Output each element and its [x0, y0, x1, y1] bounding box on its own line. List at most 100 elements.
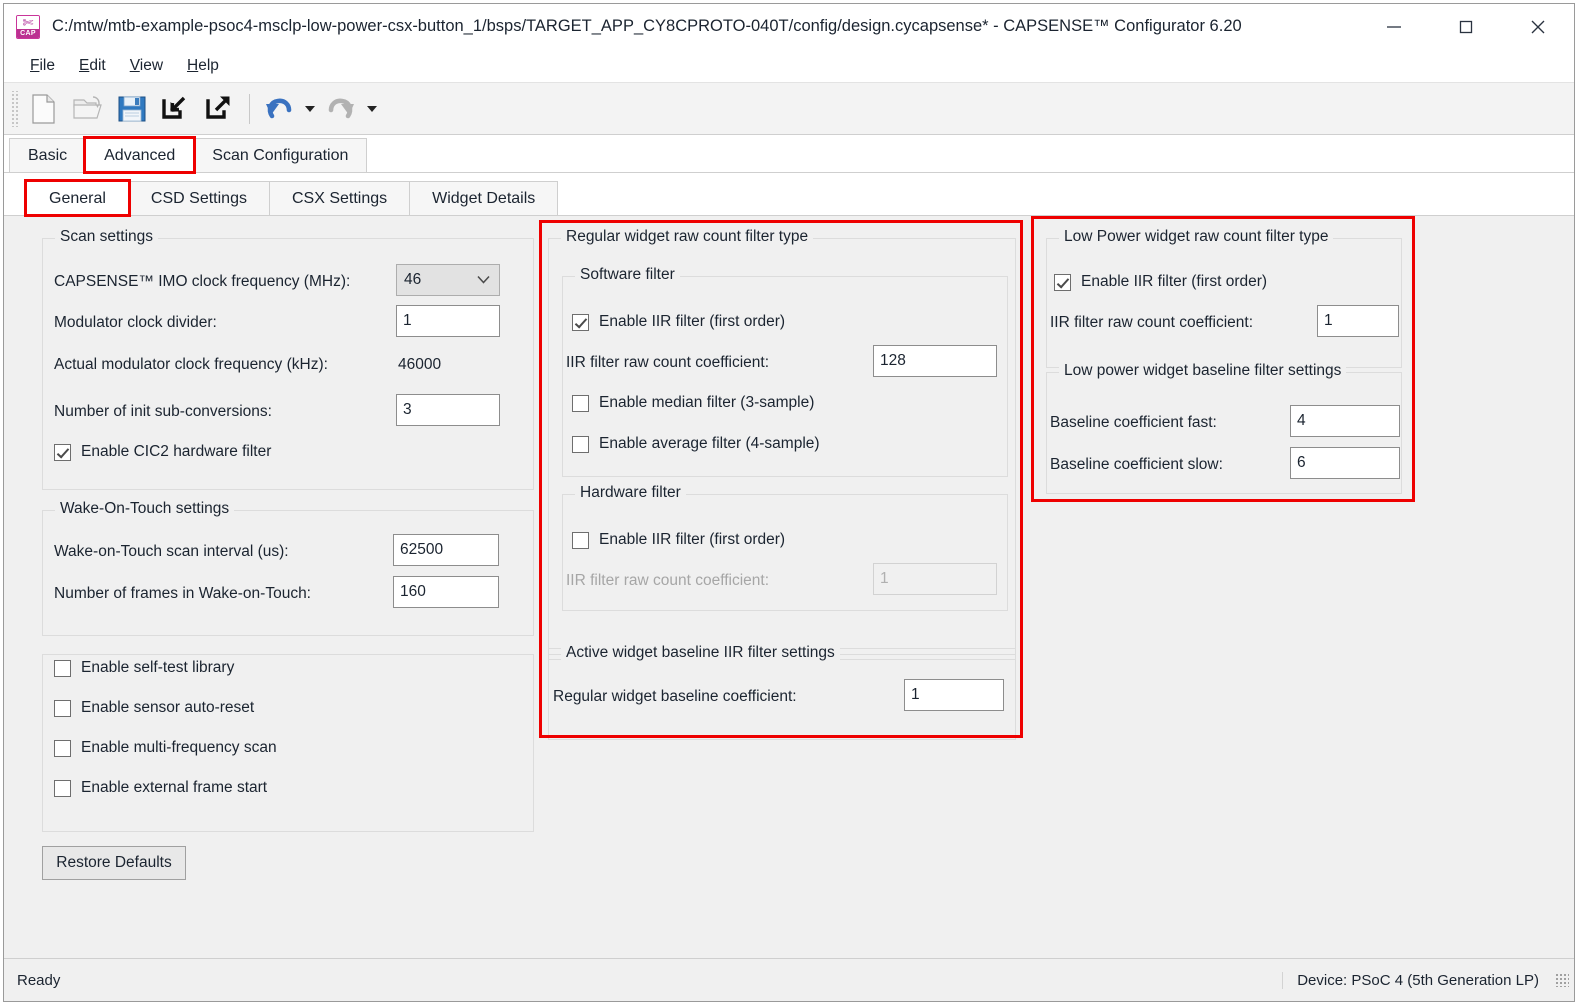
undo-icon[interactable]: [257, 87, 301, 131]
baseline-fast-input[interactable]: 4: [1290, 405, 1400, 437]
checkbox-icon: [54, 699, 71, 717]
enable-multi-frequency-scan-label: Enable multi-frequency scan: [81, 739, 277, 756]
new-file-icon[interactable]: [22, 87, 66, 131]
minimize-icon[interactable]: [1358, 4, 1430, 49]
lp-iir-coefficient-label: IIR filter raw count coefficient:: [1050, 314, 1254, 331]
low-power-filter-title: Low Power widget raw count filter type: [1059, 228, 1334, 246]
app-icon-label: CAP: [17, 29, 39, 38]
hw-iir-coefficient-label: IIR filter raw count coefficient:: [566, 572, 770, 589]
tab-csx-settings[interactable]: CSX Settings: [268, 181, 411, 215]
tab-basic[interactable]: Basic: [9, 138, 87, 172]
hw-iir-coefficient-value: 1: [880, 570, 889, 587]
menu-bar: FFileile Edit View Help: [4, 49, 1574, 82]
actual-modulator-label: Actual modulator clock frequency (kHz):: [54, 356, 328, 373]
lp-iir-filter-label: Enable IIR filter (first order): [1081, 273, 1268, 290]
tab-scan-configuration[interactable]: Scan Configuration: [193, 138, 368, 172]
baseline-slow-label: Baseline coefficient slow:: [1050, 456, 1223, 473]
status-bar: Ready Device: PSoC 4 (5th Generation LP): [4, 958, 1574, 1001]
general-settings-pane: Scan settings CAPSENSE™ IMO clock freque…: [4, 215, 1574, 958]
modulator-divider-label: Modulator clock divider:: [54, 314, 217, 331]
toolbar: [4, 82, 1574, 135]
app-icon: ✄ CAP: [16, 14, 40, 39]
regular-baseline-coefficient-input[interactable]: 1: [904, 679, 1004, 711]
redo-dropdown-icon[interactable]: [363, 87, 381, 131]
menu-item-file[interactable]: FFileile: [18, 54, 67, 78]
hw-iir-coefficient-input: 1: [873, 563, 997, 595]
sw-iir-coefficient-input[interactable]: 128: [873, 345, 997, 377]
sw-iir-coefficient-value: 128: [880, 352, 906, 369]
wot-scan-interval-value: 62500: [400, 541, 444, 558]
hardware-filter-title: Hardware filter: [575, 484, 686, 502]
baseline-slow-input[interactable]: 6: [1290, 447, 1400, 479]
save-icon[interactable]: [110, 87, 154, 131]
status-device: Device: PSoC 4 (5th Generation LP): [1282, 971, 1539, 989]
tab-widget-details-label: Widget Details: [432, 189, 536, 207]
init-subconversions-label: Number of init sub-conversions:: [54, 403, 272, 420]
imo-clock-value: 46: [404, 271, 422, 288]
menu-item-view[interactable]: View: [118, 54, 175, 78]
open-folder-icon: [66, 87, 110, 131]
sw-iir-filter-checkbox[interactable]: Enable IIR filter (first order): [572, 313, 785, 331]
application-window: ✄ CAP C:/mtw/mtb-example-psoc4-msclp-low…: [3, 3, 1575, 1002]
tab-csx-settings-label: CSX Settings: [291, 189, 388, 207]
median-filter-checkbox[interactable]: Enable median filter (3-sample): [572, 394, 814, 412]
baseline-fast-label: Baseline coefficient fast:: [1050, 414, 1217, 431]
tab-csd-settings[interactable]: CSD Settings: [127, 181, 270, 215]
software-filter-title: Software filter: [575, 266, 680, 284]
enable-cic2-label: Enable CIC2 hardware filter: [81, 443, 272, 460]
maximize-icon[interactable]: [1430, 4, 1502, 49]
export-icon[interactable]: [198, 87, 242, 131]
restore-defaults-button[interactable]: Restore Defaults: [42, 846, 186, 880]
enable-external-frame-start-label: Enable external frame start: [81, 779, 268, 796]
wot-frames-input[interactable]: 160: [393, 576, 499, 608]
enable-self-test-label: Enable self-test library: [81, 659, 235, 676]
lp-iir-coefficient-input[interactable]: 1: [1317, 305, 1399, 337]
average-filter-label: Enable average filter (4-sample): [599, 435, 820, 452]
tab-widget-details[interactable]: Widget Details: [409, 181, 559, 215]
toolbar-grip[interactable]: [10, 90, 18, 127]
import-icon[interactable]: [154, 87, 198, 131]
hw-iir-filter-label: Enable IIR filter (first order): [599, 531, 786, 548]
close-icon[interactable]: [1502, 4, 1574, 49]
redo-icon: [319, 87, 363, 131]
undo-dropdown-icon[interactable]: [301, 87, 319, 131]
lp-iir-coefficient-value: 1: [1324, 312, 1333, 329]
init-subconversions-input[interactable]: 3: [396, 394, 500, 426]
checkbox-icon: [54, 659, 71, 677]
checkbox-icon: [54, 739, 71, 757]
median-filter-label: Enable median filter (3-sample): [599, 394, 815, 411]
menu-item-help[interactable]: Help: [175, 54, 231, 78]
enable-sensor-auto-reset-checkbox[interactable]: Enable sensor auto-reset: [54, 699, 254, 717]
secondary-tab-bar: General CSD Settings CSX Settings Widget…: [4, 173, 1574, 217]
modulator-divider-input[interactable]: 1: [396, 305, 500, 337]
wot-frames-label: Number of frames in Wake-on-Touch:: [54, 585, 311, 602]
average-filter-checkbox[interactable]: Enable average filter (4-sample): [572, 435, 820, 453]
menu-item-edit[interactable]: Edit: [67, 54, 118, 78]
baseline-slow-value: 6: [1297, 454, 1306, 471]
window-controls: [1358, 4, 1574, 49]
chevron-down-icon: [477, 271, 490, 289]
hw-iir-filter-checkbox[interactable]: Enable IIR filter (first order): [572, 531, 785, 549]
title-bar: ✄ CAP C:/mtw/mtb-example-psoc4-msclp-low…: [4, 4, 1574, 49]
checkbox-icon: [572, 313, 589, 331]
window-title: C:/mtw/mtb-example-psoc4-msclp-low-power…: [52, 17, 1242, 35]
init-subconversions-value: 3: [403, 401, 412, 418]
checkbox-icon: [1054, 273, 1071, 291]
enable-external-frame-start-checkbox[interactable]: Enable external frame start: [54, 779, 267, 797]
wot-scan-interval-input[interactable]: 62500: [393, 534, 499, 566]
enable-self-test-checkbox[interactable]: Enable self-test library: [54, 659, 234, 677]
resize-grip[interactable]: [1555, 973, 1569, 987]
enable-cic2-checkbox[interactable]: Enable CIC2 hardware filter: [54, 443, 271, 461]
enable-multi-frequency-scan-checkbox[interactable]: Enable multi-frequency scan: [54, 739, 277, 757]
tab-csd-settings-label: CSD Settings: [150, 189, 247, 207]
lp-iir-filter-checkbox[interactable]: Enable IIR filter (first order): [1054, 273, 1267, 291]
imo-clock-combo[interactable]: 46: [396, 264, 500, 296]
sw-iir-coefficient-label: IIR filter raw count coefficient:: [566, 354, 770, 371]
tab-basic-label: Basic: [28, 146, 68, 164]
imo-clock-label: CAPSENSE™ IMO clock frequency (MHz):: [54, 273, 351, 290]
primary-tab-bar: Basic Advanced Scan Configuration: [4, 135, 1574, 174]
checkbox-icon: [572, 531, 589, 549]
tab-advanced[interactable]: Advanced: [83, 136, 197, 174]
tab-general[interactable]: General: [24, 179, 131, 217]
toolbar-separator: [249, 93, 250, 124]
